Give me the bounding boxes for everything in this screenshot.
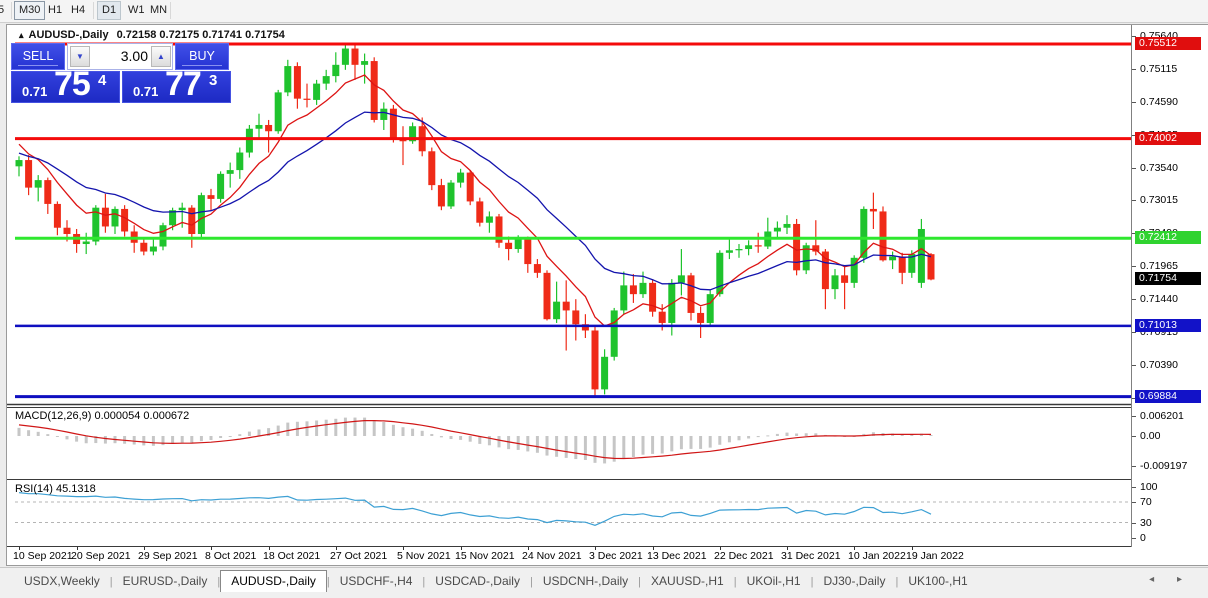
level-price-badge: 0.71013	[1135, 319, 1201, 332]
toolbar-separator	[170, 2, 171, 19]
chart-tab-dj30-daily[interactable]: DJ30-,Daily	[813, 571, 895, 591]
date-tick-label: 22 Dec 2021	[714, 550, 774, 562]
scale-tick-label: 0.73540	[1140, 162, 1178, 174]
chart-tab-usdchf-h4[interactable]: USDCHF-,H4	[330, 571, 423, 591]
scale-tick-label: 0.71440	[1140, 293, 1178, 305]
macd-indicator-label: MACD(12,26,9) 0.000054 0.000672	[15, 410, 189, 422]
timeframe-button-w1[interactable]: W1	[124, 2, 149, 19]
chart-tab-usdcnh-daily[interactable]: USDCNH-,Daily	[533, 571, 638, 591]
scale-tick-mark	[1132, 69, 1136, 70]
timeframe-button-h4[interactable]: H4	[67, 2, 89, 19]
chart-tab-xauusd-h1[interactable]: XAUUSD-,H1	[641, 571, 734, 591]
scale-tick-mark	[1132, 266, 1136, 267]
chart-tab-usdx-weekly[interactable]: USDX,Weekly	[14, 571, 110, 591]
macd-scale-tick-mark	[1132, 466, 1136, 467]
rsi-scale-tick-label: 0	[1140, 532, 1146, 544]
date-tick-label: 5 Nov 2021	[397, 550, 451, 562]
rsi-scale-tick-mark	[1132, 523, 1136, 524]
scale-tick-mark	[1132, 365, 1136, 366]
macd-scale-tick-mark	[1132, 436, 1136, 437]
scale-tick-label: 0.70390	[1140, 359, 1178, 371]
scale-tick-mark	[1132, 168, 1136, 169]
scale-tick-mark	[1132, 299, 1136, 300]
scale-tick-mark	[1132, 332, 1136, 333]
level-price-badge: 0.72412	[1135, 231, 1201, 244]
chart-tab-audusd-daily[interactable]: AUDUSD-,Daily	[220, 570, 327, 592]
rsi-scale-tick-label: 30	[1140, 517, 1152, 529]
macd-scale-tick-label: -0.009197	[1140, 460, 1187, 472]
macd-scale-tick-mark	[1132, 416, 1136, 417]
date-tick-label: 15 Nov 2021	[455, 550, 515, 562]
timeframe-button-5[interactable]: 5	[0, 2, 8, 19]
level-price-badge: 0.69884	[1135, 390, 1201, 403]
date-tick-label: 10 Jan 2022	[848, 550, 906, 562]
scale-tick-label: 0.71965	[1140, 260, 1178, 272]
scale-tick-label: 0.74590	[1140, 96, 1178, 108]
date-tick-label: 29 Sep 2021	[138, 550, 198, 562]
price-scale: 0.756400.751150.745900.740650.735400.730…	[1131, 25, 1208, 547]
chart-tab-usdcad-daily[interactable]: USDCAD-,Daily	[425, 571, 530, 591]
date-tick-label: 20 Sep 2021	[71, 550, 131, 562]
rsi-scale-tick-mark	[1132, 538, 1136, 539]
timeframe-button-m30[interactable]: M30	[14, 1, 45, 20]
chart-tab-uk100-h1[interactable]: UK100-,H1	[898, 571, 977, 591]
macd-scale-tick-label: 0.00	[1140, 430, 1160, 442]
date-tick-label: 19 Jan 2022	[906, 550, 964, 562]
rsi-scale-tick-label: 70	[1140, 496, 1152, 508]
tab-scroll-arrows[interactable]: ◂ ▸	[1149, 574, 1192, 585]
date-tick-label: 18 Oct 2021	[263, 550, 320, 562]
sell-price-display[interactable]: 0.71 75 4	[11, 71, 120, 103]
timeframe-toolbar: 5 M30H1H4 D1W1MN	[0, 0, 1208, 23]
scale-tick-mark	[1132, 102, 1136, 103]
date-tick-label: 8 Oct 2021	[205, 550, 256, 562]
chart-window: ▴AUDUSD-,Daily0.72158 0.72175 0.71741 0.…	[6, 24, 1208, 566]
scale-tick-label: 0.75115	[1140, 63, 1177, 75]
toolbar-separator	[93, 2, 94, 19]
volume-increase-button[interactable]: ▲	[151, 46, 171, 67]
date-tick-label: 3 Dec 2021	[589, 550, 643, 562]
rsi-scale-tick-mark	[1132, 502, 1136, 503]
chart-tab-ukoil-h1[interactable]: UKOil-,H1	[737, 571, 811, 591]
chart-tab-eurusd-daily[interactable]: EURUSD-,Daily	[113, 571, 218, 591]
chart-tab-bar: USDX,Weekly|EURUSD-,Daily|AUDUSD-,Daily|…	[0, 567, 1208, 598]
rsi-scale-tick-label: 100	[1140, 481, 1158, 493]
buy-price-display[interactable]: 0.71 77 3	[122, 71, 231, 103]
rsi-indicator-label: RSI(14) 45.1318	[15, 483, 96, 495]
timeframe-button-h1[interactable]: H1	[44, 2, 66, 19]
date-tick-label: 13 Dec 2021	[647, 550, 707, 562]
date-tick-label: 24 Nov 2021	[522, 550, 582, 562]
date-tick-label: 27 Oct 2021	[330, 550, 387, 562]
level-price-badge: 0.74002	[1135, 132, 1201, 145]
scale-tick-mark	[1132, 200, 1136, 201]
volume-decrease-button[interactable]: ▼	[70, 46, 90, 67]
toolbar-separator	[11, 2, 12, 19]
date-tick-label: 31 Dec 2021	[781, 550, 841, 562]
date-axis: 10 Sep 202120 Sep 2021 29 Sep 2021 8 Oct 2…	[7, 547, 1131, 564]
date-tick-label: 10 Sep 2021	[13, 550, 73, 562]
level-price-badge: 0.75512	[1135, 37, 1201, 50]
rsi-scale-tick-mark	[1132, 487, 1136, 488]
scale-tick-label: 0.73015	[1140, 194, 1178, 206]
macd-scale-tick-label: 0.006201	[1140, 410, 1184, 422]
timeframe-button-mn[interactable]: MN	[146, 2, 171, 19]
current-price-badge: 0.71754	[1135, 272, 1201, 285]
one-click-trading-panel: SELL ▼ 3.00 ▲ BUY 0.71 75 4 0.71 77 3	[11, 43, 231, 103]
timeframe-button-d1[interactable]: D1	[97, 1, 121, 20]
volume-input[interactable]: 3.00	[92, 46, 148, 67]
